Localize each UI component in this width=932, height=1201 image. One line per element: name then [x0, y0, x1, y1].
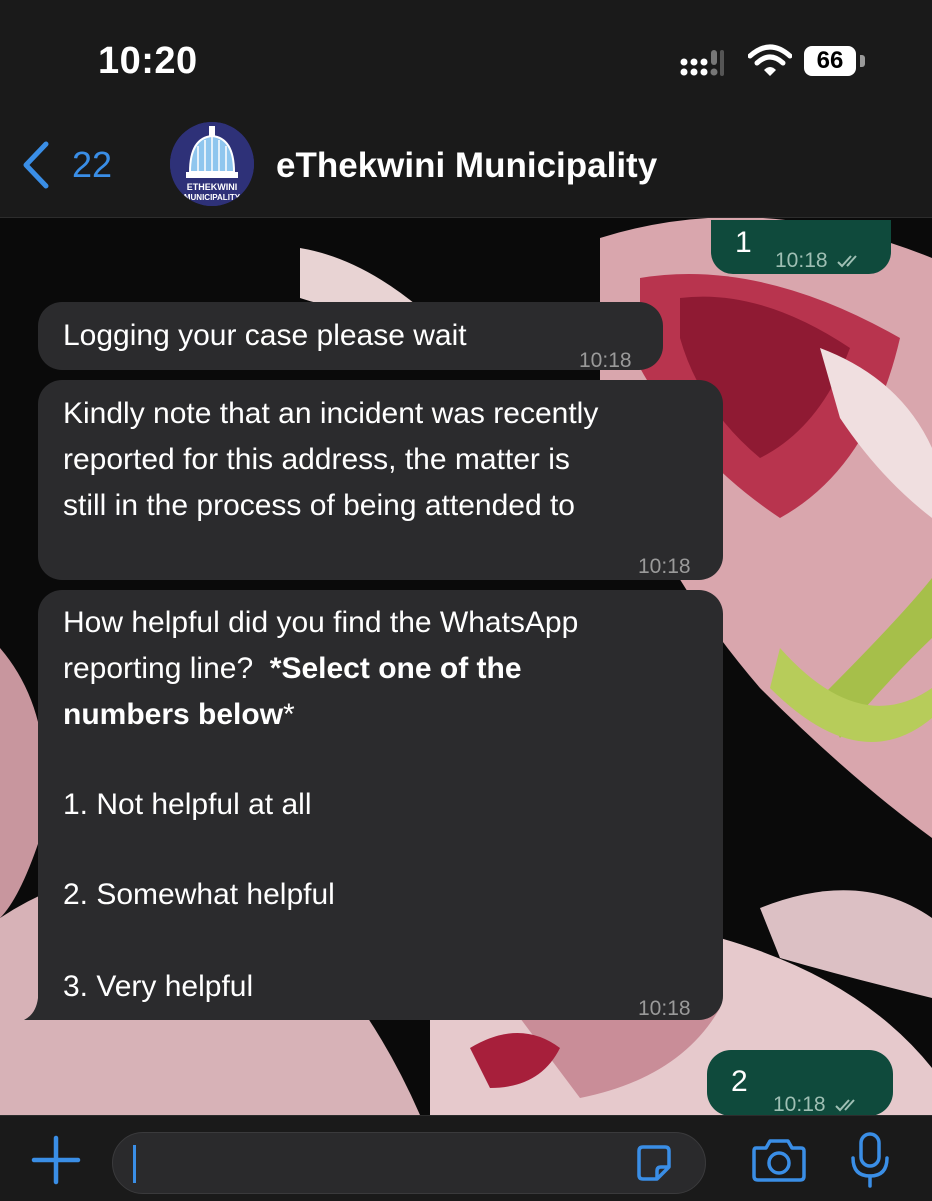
text-caret	[133, 1145, 136, 1183]
message-bubble-incoming[interactable]: How helpful did you find the WhatsApp re…	[38, 590, 723, 1020]
message-text: Logging your case please wait	[63, 319, 467, 352]
option-3: 3. Very helpful	[63, 970, 254, 1003]
battery-icon: 66	[804, 46, 856, 76]
plus-icon[interactable]	[30, 1134, 82, 1186]
message-line: How helpful did you find the WhatsApp	[63, 606, 579, 639]
message-line: reporting line? *Select one of the	[63, 646, 522, 692]
signal-icon	[680, 50, 724, 76]
message-line: numbers below*	[63, 692, 295, 738]
message-time: 10:18	[638, 997, 691, 1020]
status-bar: 10:20 66	[0, 0, 932, 110]
message-input[interactable]	[112, 1132, 706, 1194]
time-label: 10:18	[775, 249, 828, 272]
message-time: 10:18	[638, 555, 691, 578]
battery-tip	[860, 55, 865, 67]
microphone-icon[interactable]	[848, 1130, 892, 1190]
message-text: 2	[731, 1065, 748, 1098]
message-text: 1	[735, 226, 752, 259]
message-line: reported for this address, the matter is	[63, 443, 570, 476]
status-time: 10:20	[98, 40, 198, 82]
read-ticks-icon	[835, 1099, 856, 1112]
wifi-icon	[748, 44, 792, 76]
read-ticks-icon	[837, 255, 858, 268]
composer-bar	[0, 1115, 932, 1201]
message-bubble-incoming[interactable]: Kindly note that an incident was recentl…	[38, 380, 723, 580]
message-bold: *Select one of the	[269, 652, 522, 685]
chat-header: 22 ETHEKWINI MUNICIPALITY eThekwini Muni…	[0, 110, 932, 218]
message-time: 10:18	[773, 1082, 861, 1115]
message-bubble-outgoing[interactable]: 1 10:18	[711, 220, 891, 274]
sticker-icon[interactable]	[633, 1143, 675, 1185]
message-bubble-incoming[interactable]: Logging your case please wait 10:18	[38, 302, 663, 372]
message-plain: reporting line?	[63, 652, 254, 685]
chat-title[interactable]: eThekwini Municipality	[276, 146, 657, 186]
avatar[interactable]: ETHEKWINI MUNICIPALITY	[170, 122, 254, 206]
bubble-tail	[24, 998, 52, 1020]
municipality-logo: ETHEKWINI MUNICIPALITY	[170, 122, 254, 206]
message-bubble-outgoing[interactable]: 2 10:18	[707, 1050, 893, 1115]
chat-area[interactable]: 1 10:18 Logging your case please wait 10…	[0, 218, 932, 1115]
message-time: 10:18	[775, 238, 863, 284]
camera-icon[interactable]	[750, 1134, 808, 1184]
message-bold: numbers below	[63, 698, 284, 731]
message-line: Kindly note that an incident was recentl…	[63, 397, 599, 430]
message-line: still in the process of being attended t…	[63, 489, 575, 522]
back-unread-count[interactable]: 22	[72, 144, 112, 186]
message-time: 10:18	[579, 349, 632, 372]
option-1: 1. Not helpful at all	[63, 788, 312, 821]
option-2: 2. Somewhat helpful	[63, 878, 335, 911]
logo-text-2: MUNICIPALITY	[184, 193, 241, 202]
time-label: 10:18	[773, 1093, 826, 1115]
logo-text-1: ETHEKWINI	[187, 182, 238, 192]
chevron-left-icon[interactable]	[18, 140, 52, 190]
message-plain: *	[283, 698, 295, 731]
